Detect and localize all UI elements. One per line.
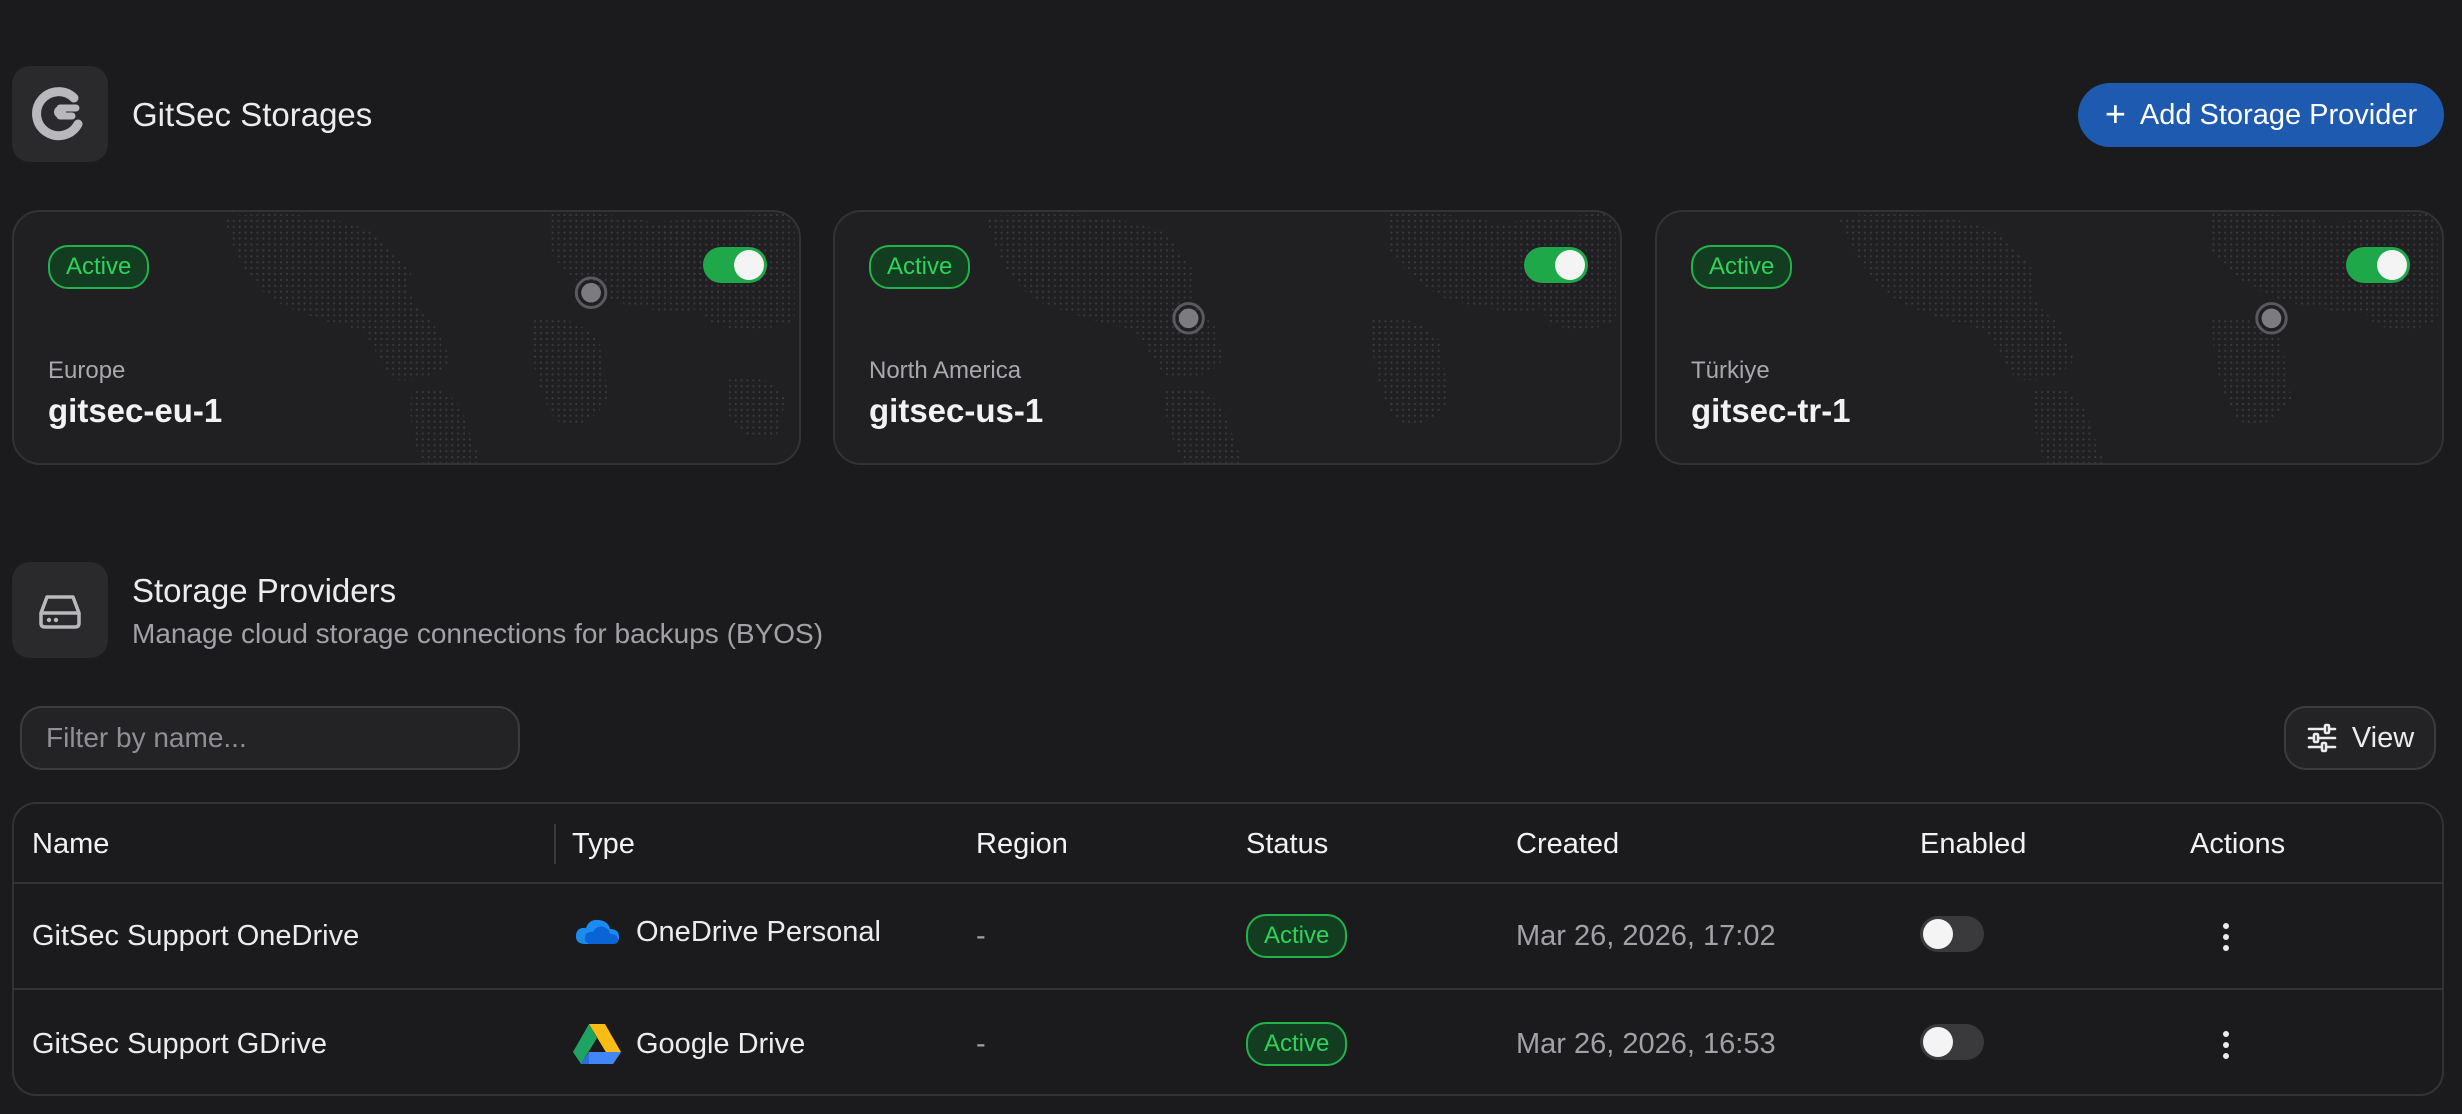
table-header: Name Type Region Status Created Enabled … bbox=[14, 804, 2442, 884]
toggle-knob bbox=[1555, 250, 1585, 280]
more-actions-icon[interactable] bbox=[2214, 917, 2238, 957]
provider-region: - bbox=[976, 1028, 986, 1060]
column-header-name[interactable]: Name bbox=[32, 828, 109, 861]
provider-type-label: OneDrive Personal bbox=[636, 915, 881, 948]
page-header: GitSec Storages + Add Storage Provider bbox=[12, 66, 2444, 162]
storage-name: gitsec-tr-1 bbox=[1691, 392, 1851, 429]
region-label: North America bbox=[869, 357, 1022, 384]
status-badge: Active bbox=[48, 245, 150, 289]
column-header-type[interactable]: Type bbox=[572, 828, 635, 861]
column-header-created[interactable]: Created bbox=[1516, 828, 1619, 861]
status-badge: Active bbox=[1691, 245, 1793, 289]
toggle-knob bbox=[1923, 919, 1953, 949]
region-label: Europe bbox=[48, 357, 126, 384]
status-badge: Active bbox=[1246, 1022, 1348, 1066]
created-date: Mar 26, 2026, 16:53 bbox=[1516, 1028, 1776, 1060]
add-storage-provider-label: Add Storage Provider bbox=[2139, 98, 2418, 131]
storage-card-us[interactable]: Active North America gitsec-us-1 bbox=[833, 210, 1622, 465]
storage-name: gitsec-eu-1 bbox=[48, 392, 223, 429]
enabled-toggle[interactable] bbox=[703, 247, 767, 283]
enabled-toggle[interactable] bbox=[1524, 247, 1588, 283]
filter-by-name-input[interactable] bbox=[20, 706, 520, 770]
provider-name: GitSec Support GDrive bbox=[32, 1028, 327, 1060]
status-badge: Active bbox=[869, 245, 971, 289]
page-title: GitSec Storages bbox=[132, 96, 373, 133]
storage-providers-header: Storage Providers Manage cloud storage c… bbox=[12, 562, 1212, 658]
storage-card-tr[interactable]: Active Türkiye gitsec-tr-1 bbox=[1655, 210, 2444, 465]
gitsec-logo bbox=[12, 66, 108, 162]
region-label: Türkiye bbox=[1691, 357, 1770, 384]
section-title: Storage Providers bbox=[132, 572, 397, 609]
provider-type: Google Drive bbox=[572, 1022, 805, 1066]
sliders-icon bbox=[2307, 723, 2337, 753]
enabled-toggle[interactable] bbox=[2346, 247, 2410, 283]
created-date: Mar 26, 2026, 17:02 bbox=[1516, 920, 1776, 952]
more-actions-icon[interactable] bbox=[2214, 1025, 2238, 1065]
view-options-button[interactable]: View bbox=[2284, 706, 2436, 770]
storage-providers-table: Name Type Region Status Created Enabled … bbox=[12, 802, 2444, 1096]
toggle-knob bbox=[734, 250, 764, 280]
add-storage-provider-button[interactable]: + Add Storage Provider bbox=[2078, 83, 2444, 147]
provider-type: OneDrive Personal bbox=[572, 914, 881, 950]
section-subtitle: Manage cloud storage connections for bac… bbox=[132, 618, 824, 649]
toggle-knob bbox=[2377, 250, 2407, 280]
storage-card-eu[interactable]: Active Europe gitsec-eu-1 bbox=[12, 210, 801, 465]
toggle-knob bbox=[1923, 1027, 1953, 1057]
column-header-region[interactable]: Region bbox=[976, 828, 1068, 861]
enabled-toggle[interactable] bbox=[1920, 916, 1984, 952]
onedrive-icon bbox=[575, 919, 619, 944]
view-label: View bbox=[2351, 721, 2415, 754]
google-drive-icon bbox=[573, 1024, 621, 1064]
plus-icon: + bbox=[2104, 92, 2126, 134]
provider-type-label: Google Drive bbox=[636, 1027, 806, 1060]
table-row[interactable]: GitSec Support OneDrive OneDrive Persona… bbox=[14, 884, 2442, 990]
provider-region: - bbox=[976, 920, 986, 952]
provider-name: GitSec Support OneDrive bbox=[32, 920, 360, 952]
hard-drive-icon bbox=[12, 562, 108, 658]
storage-region-cards: Active Europe gitsec-eu-1 Active North A… bbox=[12, 210, 2444, 465]
storage-name: gitsec-us-1 bbox=[869, 392, 1044, 429]
gitsec-logo-icon bbox=[32, 87, 83, 141]
status-badge: Active bbox=[1246, 914, 1348, 958]
column-header-actions: Actions bbox=[2190, 828, 2286, 860]
column-header-status[interactable]: Status bbox=[1246, 828, 1328, 861]
column-resize-handle[interactable] bbox=[554, 824, 556, 864]
enabled-toggle[interactable] bbox=[1920, 1024, 1984, 1060]
table-row[interactable]: GitSec Support GDrive Google Drive - Act… bbox=[14, 992, 2442, 1094]
column-header-enabled[interactable]: Enabled bbox=[1920, 828, 2026, 861]
